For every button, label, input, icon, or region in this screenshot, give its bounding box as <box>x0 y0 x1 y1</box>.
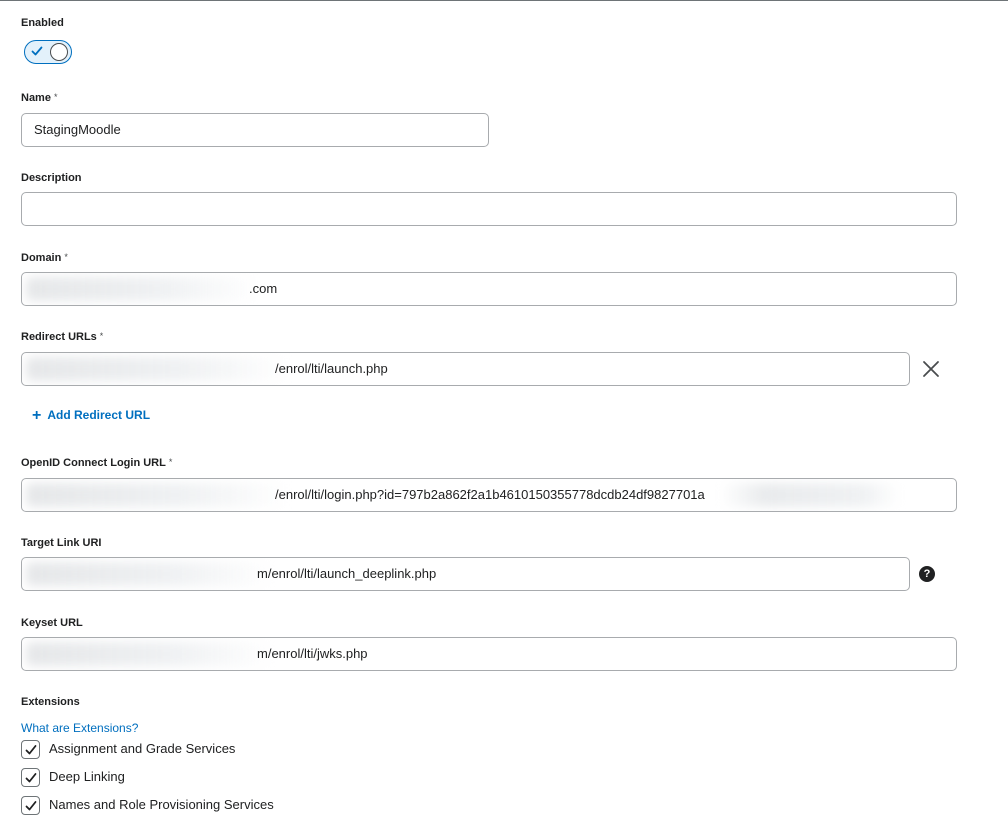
checkbox-names-roles[interactable] <box>21 796 40 815</box>
keyset-url-input-value: m/enrol/lti/jwks.php <box>257 646 368 661</box>
domain-input[interactable]: .com <box>21 272 957 306</box>
name-label: Name * <box>21 92 57 104</box>
redirect-urls-label: Redirect URLs * <box>21 331 103 343</box>
openid-login-url-input-value: /enrol/lti/login.php?id=797b2a862f2a1b46… <box>275 487 705 502</box>
extension-option-label: Names and Role Provisioning Services <box>49 797 274 812</box>
openid-login-url-input[interactable]: /enrol/lti/login.php?id=797b2a862f2a1b46… <box>21 478 957 512</box>
check-icon <box>31 46 43 56</box>
remove-redirect-url-icon[interactable] <box>922 360 940 378</box>
checkmark-icon <box>25 745 37 755</box>
domain-label-text: Domain <box>21 252 62 264</box>
extensions-label: Extensions <box>21 696 80 708</box>
enabled-label-text: Enabled <box>21 17 64 29</box>
checkmark-icon <box>25 801 37 811</box>
redirect-url-input-value: /enrol/lti/launch.php <box>275 361 388 376</box>
required-mark: * <box>168 457 173 467</box>
enabled-toggle[interactable] <box>24 40 72 64</box>
checkbox-deep-linking[interactable] <box>21 768 40 787</box>
extensions-label-text: Extensions <box>21 696 80 708</box>
domain-label: Domain * <box>21 252 68 264</box>
target-link-uri-input-value: m/enrol/lti/launch_deeplink.php <box>257 566 437 581</box>
redacted-area <box>720 483 900 507</box>
target-link-uri-label: Target Link URI <box>21 537 101 549</box>
toggle-knob <box>50 43 68 61</box>
plus-icon: + <box>32 407 42 424</box>
domain-input-value: .com <box>249 281 278 296</box>
required-mark: * <box>99 331 104 341</box>
required-mark: * <box>53 92 58 102</box>
required-mark: * <box>64 252 68 262</box>
keyset-url-input[interactable]: m/enrol/lti/jwks.php <box>21 637 957 671</box>
redacted-area <box>26 483 288 507</box>
checkmark-icon <box>25 773 37 783</box>
keyset-url-label-text: Keyset URL <box>21 617 83 629</box>
add-redirect-url-label: Add Redirect URL <box>47 408 151 422</box>
add-redirect-url-button[interactable]: + Add Redirect URL <box>32 407 150 425</box>
redacted-area <box>26 357 288 381</box>
redacted-area <box>26 562 274 586</box>
description-input[interactable] <box>21 192 957 226</box>
target-link-uri-label-text: Target Link URI <box>21 537 102 549</box>
help-icon[interactable]: ? <box>919 566 935 582</box>
checkbox-assignment-grade[interactable] <box>21 740 40 759</box>
enabled-label: Enabled <box>21 17 64 29</box>
name-input-value: StagingMoodle <box>34 122 121 137</box>
openid-login-url-label: OpenID Connect Login URL * <box>21 457 172 469</box>
redirect-url-input[interactable]: /enrol/lti/launch.php <box>21 352 910 386</box>
redacted-area <box>26 277 258 301</box>
redirect-urls-label-text: Redirect URLs <box>21 331 97 343</box>
keyset-url-label: Keyset URL <box>21 617 83 629</box>
name-input[interactable]: StagingMoodle <box>21 113 489 147</box>
description-label: Description <box>21 172 82 184</box>
extension-option-label: Assignment and Grade Services <box>49 741 236 756</box>
openid-login-url-label-text: OpenID Connect Login URL <box>21 457 166 469</box>
what-are-extensions-link[interactable]: What are Extensions? <box>21 721 138 735</box>
description-label-text: Description <box>21 172 82 184</box>
top-divider <box>0 0 1008 1</box>
redacted-area <box>26 642 274 666</box>
target-link-uri-input[interactable]: m/enrol/lti/launch_deeplink.php <box>21 557 910 591</box>
extension-option-label: Deep Linking <box>49 769 125 784</box>
name-label-text: Name <box>21 92 51 104</box>
